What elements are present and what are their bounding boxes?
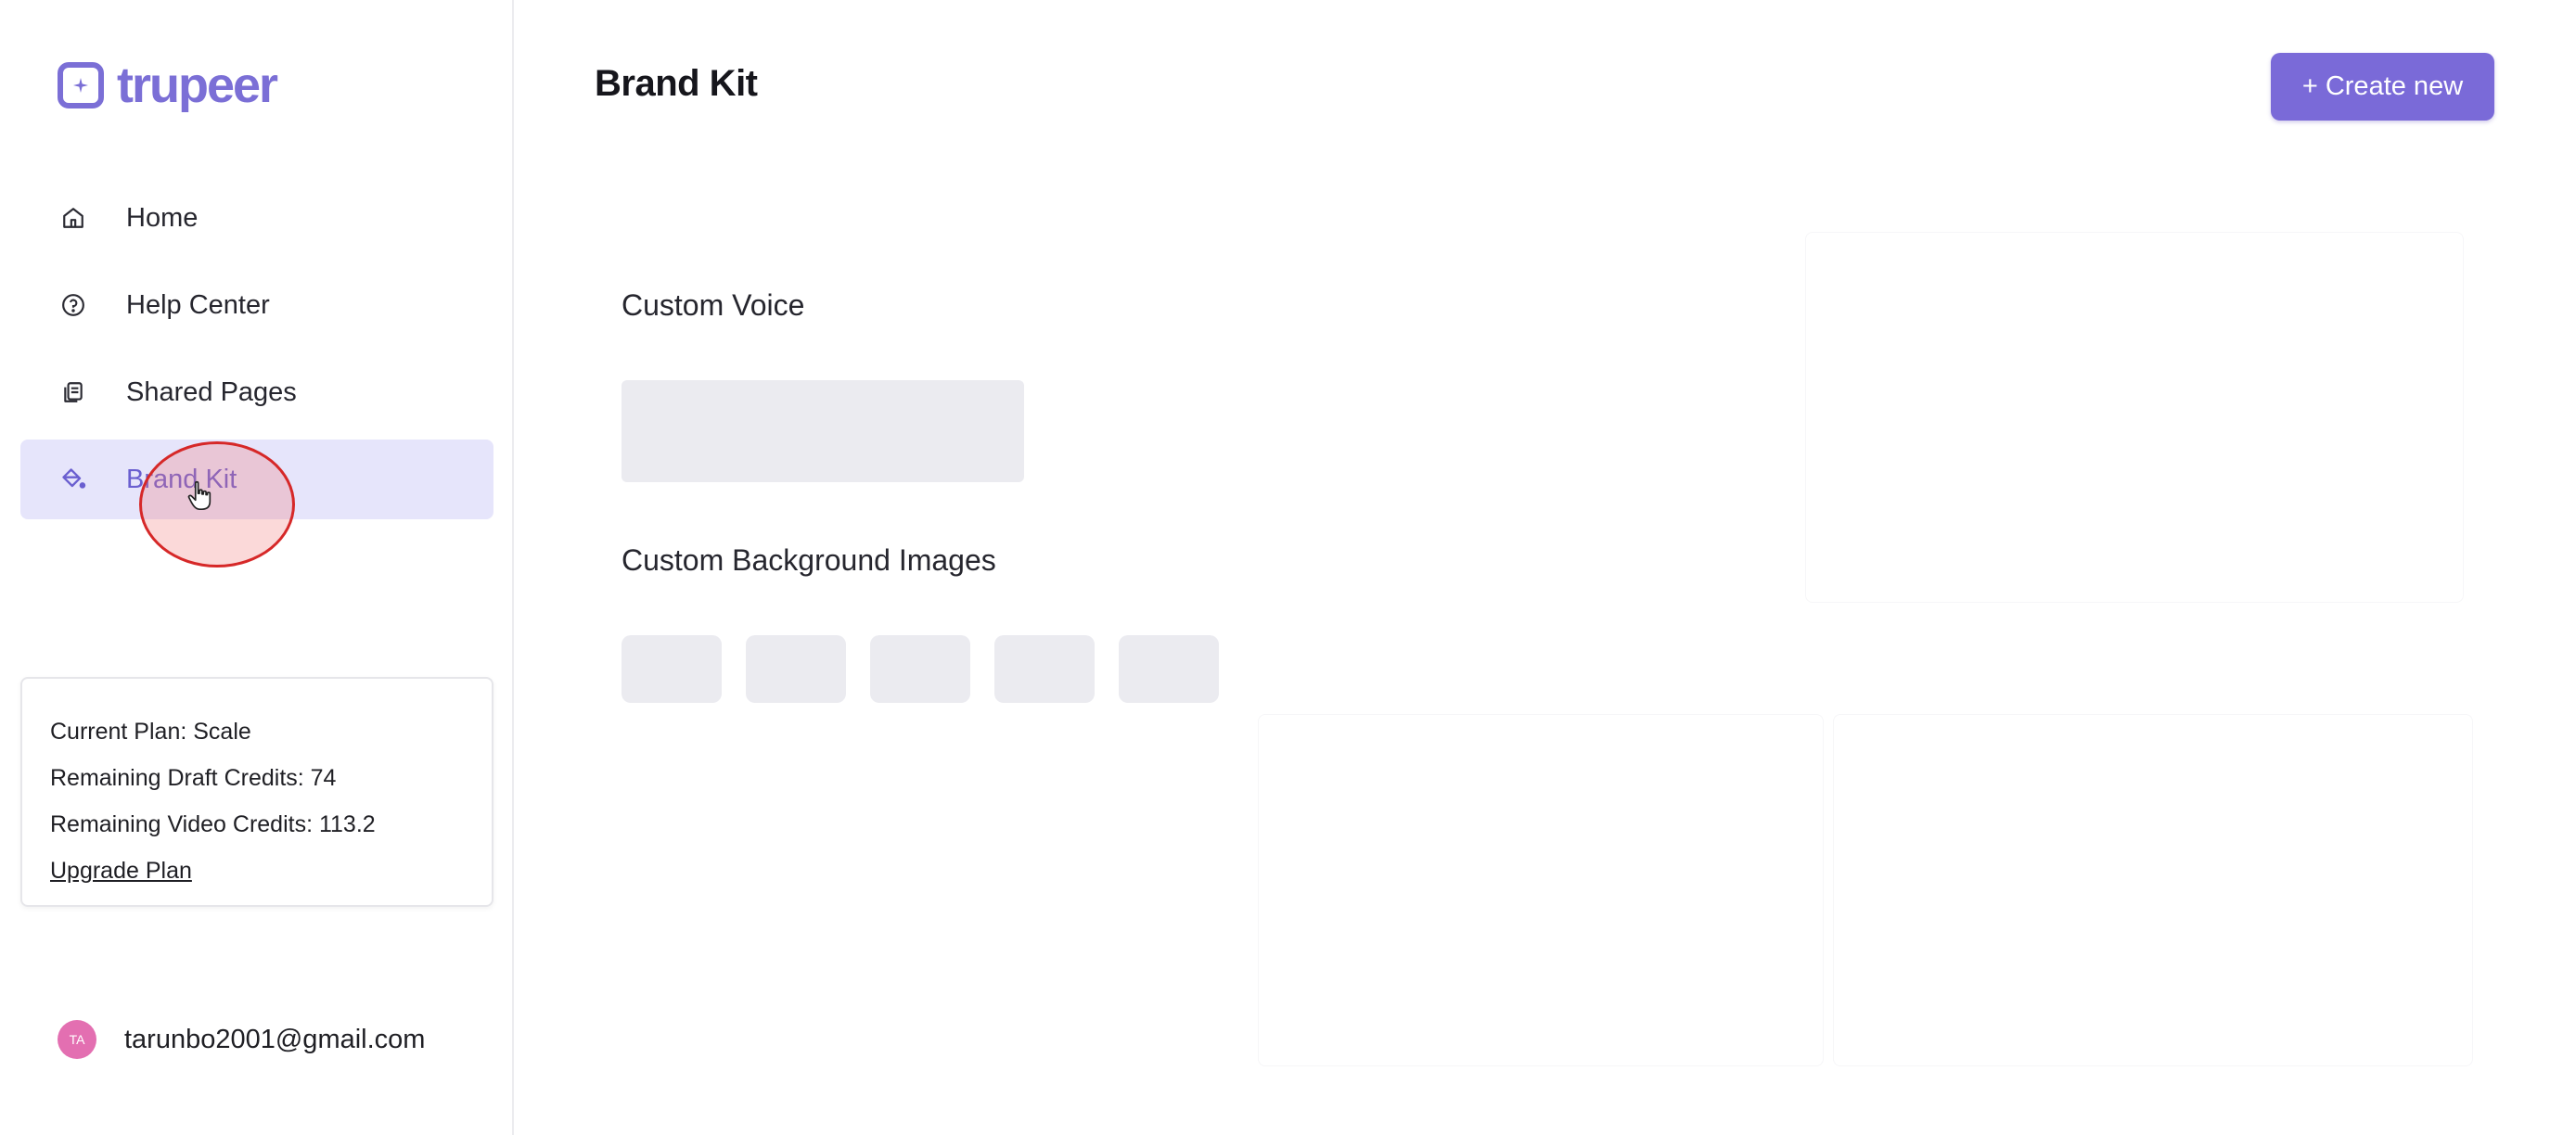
logo[interactable]: trupeer [58,57,278,113]
video-credits-text: Remaining Video Credits: 113.2 [50,811,376,837]
custom-voice-placeholder[interactable] [622,380,1024,482]
sidebar-item-label: Home [126,202,199,233]
sidebar-item-label: Help Center [126,289,270,320]
custom-backgrounds-title: Custom Background Images [622,543,996,577]
create-new-button[interactable]: + Create new [2271,53,2494,121]
background-thumbnail[interactable] [622,635,722,703]
custom-voice-title: Custom Voice [622,288,805,322]
logo-text: trupeer [117,57,278,113]
help-circle-icon [59,291,87,319]
sidebar-item-label: Brand Kit [126,464,237,494]
click-indicator [139,441,295,568]
home-icon [59,204,87,232]
ghost-panel [1805,232,2464,603]
background-thumbnail[interactable] [1119,635,1219,703]
background-thumbnails [622,635,1243,703]
sidebar-item-shared-pages[interactable]: Shared Pages [20,352,493,432]
upgrade-plan-link[interactable]: Upgrade Plan [50,848,192,894]
user-account[interactable]: TA tarunbo2001@gmail.com [58,1020,425,1059]
sidebar-item-brand-kit[interactable]: Brand Kit [20,440,493,568]
sidebar-item-label: Shared Pages [126,376,297,407]
shared-pages-icon [59,378,87,406]
paint-bucket-icon [59,465,87,493]
draft-credits-text: Remaining Draft Credits: 74 [50,765,337,791]
background-thumbnail[interactable] [870,635,970,703]
ghost-panel [1258,714,1824,1066]
sidebar-item-help-center[interactable]: Help Center [20,265,493,345]
ghost-panel [1833,714,2473,1066]
avatar: TA [58,1020,96,1059]
user-email: tarunbo2001@gmail.com [124,1024,426,1054]
plan-card: Current Plan: Scale Remaining Draft Cred… [20,677,493,907]
sidebar-item-home[interactable]: Home [20,178,493,258]
current-plan-text: Current Plan: Scale [50,719,251,745]
sidebar: trupeer Home Help Center Shared Pages Br… [0,0,514,1135]
logo-mark-icon [58,62,104,108]
page-title: Brand Kit [595,63,758,104]
background-thumbnail[interactable] [994,635,1095,703]
main-content: Brand Kit + Create new Custom Voice Cust… [516,0,2576,1135]
sidebar-nav: Home Help Center Shared Pages Brand Kit [20,178,493,568]
background-thumbnail[interactable] [746,635,846,703]
